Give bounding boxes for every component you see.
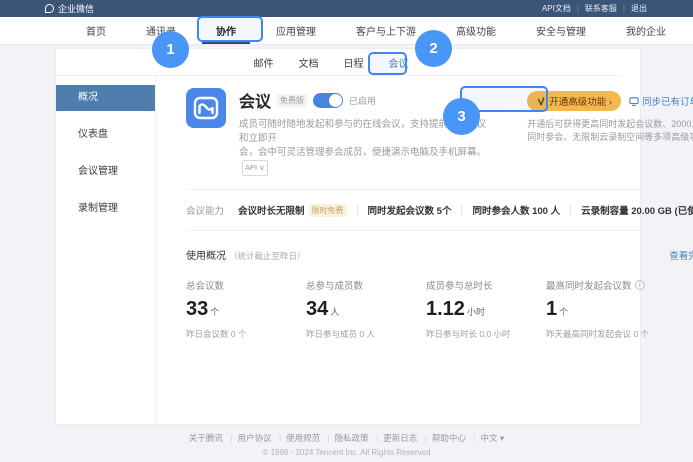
annotation-step-3: 3 [443,98,480,135]
monitor-icon [629,97,639,106]
premium-actions-row: 开通高级功能 › 同步已有订单 › [527,91,693,111]
stat-sub: 昨日会议数 0 个 [186,328,306,340]
capability-participants: 同时参会人数 100 人 [472,203,560,217]
wework-logo[interactable]: 企业微信 [45,2,94,15]
wework-logo-label: 企业微信 [58,2,94,15]
secondary-tabs: 邮件 文档 日程 会议 [39,49,623,76]
stat-sub: 昨日参与时长 0.0 小时 [426,328,546,340]
annotation-step-2: 2 [415,30,452,67]
stat-label: 总会议数 [186,278,306,292]
sidebar-item-recording-management[interactable]: 录制管理 [56,196,155,222]
footer-language-selector[interactable]: 中文 ▾ [468,433,504,443]
sidebar-item-dashboard[interactable]: 仪表盘 [56,122,155,148]
footer-link-changelog[interactable]: 更新日志 [371,433,417,443]
stat-unit: 个 [559,307,568,317]
upgrade-premium-label: 开通高级功能 › [549,94,612,108]
divider [357,205,358,215]
usage-subtitle: （统计截止至昨日） [229,250,306,262]
annotation-rect-meeting-tab [368,52,407,75]
sidebar-item-overview[interactable]: 概况 [56,85,155,111]
stat-value: 34人 [306,298,426,321]
divider [186,189,693,190]
capability-label: 会议能力 [186,203,224,217]
capability-cloud-storage: 云录制容量 20.00 GB (已使用2.26 MB) [581,203,693,217]
sync-orders-label: 同步已有订单 › [642,94,693,108]
app-description-line2: 会，会中可灵活管理参会成员，便捷演示电脑及手机屏幕。 [239,147,486,158]
stat-unit: 小时 [467,307,485,317]
content-card: 邮件 文档 日程 会议 概况 仪表盘 会议管理 录制管理 会议 [55,48,641,425]
stat-total-meetings: 总会议数 33个 昨日会议数 0 个 [186,278,306,340]
primary-nav: 首页 通讯录 协作 应用管理 客户与上下游 高级功能 安全与管理 我的企业 [0,17,693,45]
version-badge: 免费版 [277,94,307,107]
capability-concurrent-meetings: 同时发起会议数 5个 [368,203,452,217]
premium-promo: 开通高级功能 › 同步已有订单 › 开通后可获得更高同时发起会议数、2000人 [527,88,693,176]
logout-link[interactable]: 退出 [617,3,647,14]
topbar-links: API文档 联系客服 退出 [542,3,647,14]
nav-item-security[interactable]: 安全与管理 [536,17,586,44]
stat-label: 成员参与总时长 [426,278,546,292]
nav-item-home[interactable]: 首页 [86,17,106,44]
app-title: 会议 [239,88,271,112]
stat-total-participants: 总参与成员数 34人 昨日参与成员 0 人 [306,278,426,340]
annotation-step-1: 1 [152,31,189,68]
annotation-rect-collaboration [197,16,263,42]
premium-description-line2: 同时参会、无限制云录制空间等多项高级功能 [527,132,693,142]
stat-total-duration: 成员参与总时长 1.12小时 昨日参与时长 0.0 小时 [426,278,546,340]
copyright: © 1998 - 2024 Tencent Inc. All Rights Re… [0,448,693,457]
footer: 关于腾讯 用户协议 使用规范 隐私政策 更新日志 帮助中心 中文 ▾ © 199… [0,432,693,457]
divider [186,230,693,231]
app-header: 会议 免费版 已启用 成员可随时随地发起和参与的在线会议，支持提前预约会议和立即… [186,88,693,176]
meeting-app-icon [186,88,226,128]
nav-item-advanced-features[interactable]: 高级功能 [456,17,496,44]
stat-value: 1个 [546,298,666,321]
stat-unit: 人 [330,307,339,317]
status-text: 已启用 [349,94,376,107]
info-icon[interactable]: i [635,280,645,290]
api-docs-link[interactable]: API文档 [542,3,571,14]
view-full-usage-link[interactable]: 查看完整使用情况 [669,248,693,262]
stat-value: 33个 [186,298,306,321]
contact-support-link[interactable]: 联系客服 [571,3,617,14]
footer-links: 关于腾讯 用户协议 使用规范 隐私政策 更新日志 帮助中心 中文 ▾ [0,432,693,444]
stat-label: 总参与成员数 [306,278,426,292]
stat-label: 最高同时发起会议数 i [546,278,666,292]
tab-calendar[interactable]: 日程 [340,53,368,72]
capability-duration: 会议时长无限制 限时免费 [238,203,347,217]
nav-item-my-company[interactable]: 我的企业 [626,17,666,44]
topbar: 企业微信 API文档 联系客服 退出 [0,0,693,17]
premium-description: 开通后可获得更高同时发起会议数、2000人 同时参会、无限制云录制空间等多项高级… [527,118,693,144]
footer-link-user-agreement[interactable]: 用户协议 [225,433,271,443]
stat-value: 1.12小时 [426,298,546,321]
premium-description-line1: 开通后可获得更高同时发起会议数、2000人 [527,119,693,129]
limited-free-badge: 限时免费 [309,204,347,217]
tab-mail[interactable]: 邮件 [250,53,278,72]
main-content: 会议 免费版 已启用 成员可随时随地发起和参与的在线会议，支持提前预约会议和立即… [156,76,693,424]
stat-sub: 昨天最高同时发起会议 0 个 [546,328,666,340]
stat-max-concurrent: 最高同时发起会议数 i 1个 昨天最高同时发起会议 0 个 [546,278,666,340]
sync-orders-link[interactable]: 同步已有订单 › [629,94,693,108]
api-dropdown-tag[interactable]: API ∨ [242,160,268,176]
footer-link-help-center[interactable]: 帮助中心 [420,433,466,443]
usage-stats: 总会议数 33个 昨日会议数 0 个 总参与成员数 34人 昨日参与成员 0 人… [186,278,693,340]
nav-item-app-management[interactable]: 应用管理 [276,17,316,44]
usage-header: 使用概况 （统计截止至昨日） 查看完整使用情况 [186,247,693,262]
stat-sub: 昨日参与成员 0 人 [306,328,426,340]
sidebar-item-meeting-management[interactable]: 会议管理 [56,159,155,185]
card-body: 概况 仪表盘 会议管理 录制管理 会议 免费版 已启用 [56,76,640,424]
chat-bubble-icon [45,4,54,13]
stat-label-text: 最高同时发起会议数 [546,278,632,292]
usage-title: 使用概况 [186,247,226,262]
tab-docs[interactable]: 文档 [295,53,323,72]
footer-link-privacy[interactable]: 隐私政策 [322,433,368,443]
stat-unit: 个 [210,307,219,317]
nav-item-customers[interactable]: 客户与上下游 [356,17,416,44]
sidebar: 概况 仪表盘 会议管理 录制管理 [56,76,156,424]
capability-duration-text: 会议时长无限制 [238,203,305,217]
footer-link-usage-rules[interactable]: 使用规范 [274,433,320,443]
capability-row: 会议能力 会议时长无限制 限时免费 同时发起会议数 5个 同时参会人数 100 … [186,203,693,217]
divider [461,205,462,215]
enable-toggle[interactable] [313,93,343,108]
footer-link-about[interactable]: 关于腾讯 [189,433,223,443]
divider [570,205,571,215]
